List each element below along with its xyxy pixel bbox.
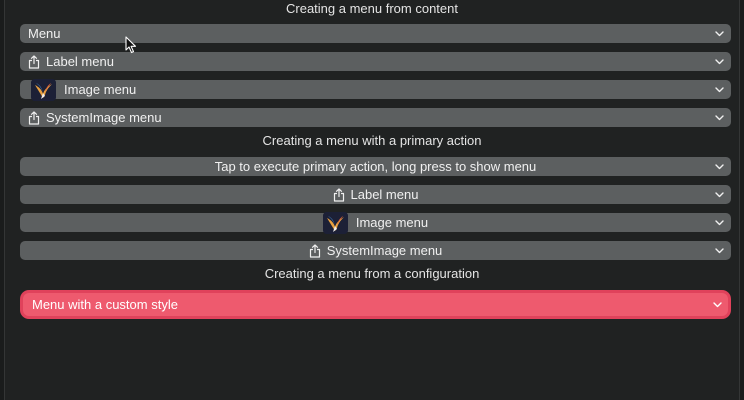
chevron-down-icon xyxy=(715,185,724,204)
primary-system-image-menu-button[interactable]: SystemImage menu xyxy=(20,241,731,260)
chevron-down-icon xyxy=(715,213,724,232)
square-and-arrow-up-icon xyxy=(28,54,40,69)
square-and-arrow-up-icon xyxy=(28,110,40,125)
primary-label-menu-button[interactable]: Label menu xyxy=(20,185,731,204)
section-heading-configuration: Creating a menu from a configuration xyxy=(264,266,480,281)
chevron-down-icon xyxy=(715,52,724,71)
chevron-down-icon xyxy=(715,241,724,260)
menu-button-label: Menu xyxy=(28,26,61,41)
label-menu-button[interactable]: Label menu xyxy=(20,52,731,71)
bird-image-icon xyxy=(31,78,56,101)
primary-action-menu-button[interactable]: Tap to execute primary action, long pres… xyxy=(20,157,731,176)
image-menu-button[interactable]: Image menu xyxy=(20,78,731,101)
square-and-arrow-up-icon xyxy=(309,243,321,258)
bird-image-icon xyxy=(322,211,348,234)
chevron-down-icon xyxy=(715,80,724,99)
custom-style-menu-button[interactable]: Menu with a custom style xyxy=(20,290,731,319)
chevron-down-icon xyxy=(715,157,724,176)
menu-button-label: Label menu xyxy=(350,187,419,202)
window-left-edge xyxy=(0,0,5,400)
chevron-down-icon xyxy=(715,108,724,127)
menu-button-plain[interactable]: Menu xyxy=(20,24,731,43)
section-heading-content: Creating a menu from content xyxy=(286,1,458,16)
section-heading-primary-action: Creating a menu with a primary action xyxy=(262,133,482,148)
menu-button-label: SystemImage menu xyxy=(326,243,443,258)
chevron-down-icon xyxy=(715,24,724,43)
menu-button-label: Image menu xyxy=(355,215,429,230)
menu-button-label: Tap to execute primary action, long pres… xyxy=(214,159,537,174)
menu-button-label: Label menu xyxy=(46,54,114,69)
primary-image-menu-button[interactable]: Image menu xyxy=(20,211,731,234)
square-and-arrow-up-icon xyxy=(333,187,345,202)
chevron-down-icon xyxy=(713,293,722,316)
system-image-menu-button[interactable]: SystemImage menu xyxy=(20,108,731,127)
menu-button-label: SystemImage menu xyxy=(46,110,162,125)
window-right-edge xyxy=(739,0,744,400)
menu-button-label: Image menu xyxy=(64,82,137,97)
menu-button-label: Menu with a custom style xyxy=(32,297,178,312)
